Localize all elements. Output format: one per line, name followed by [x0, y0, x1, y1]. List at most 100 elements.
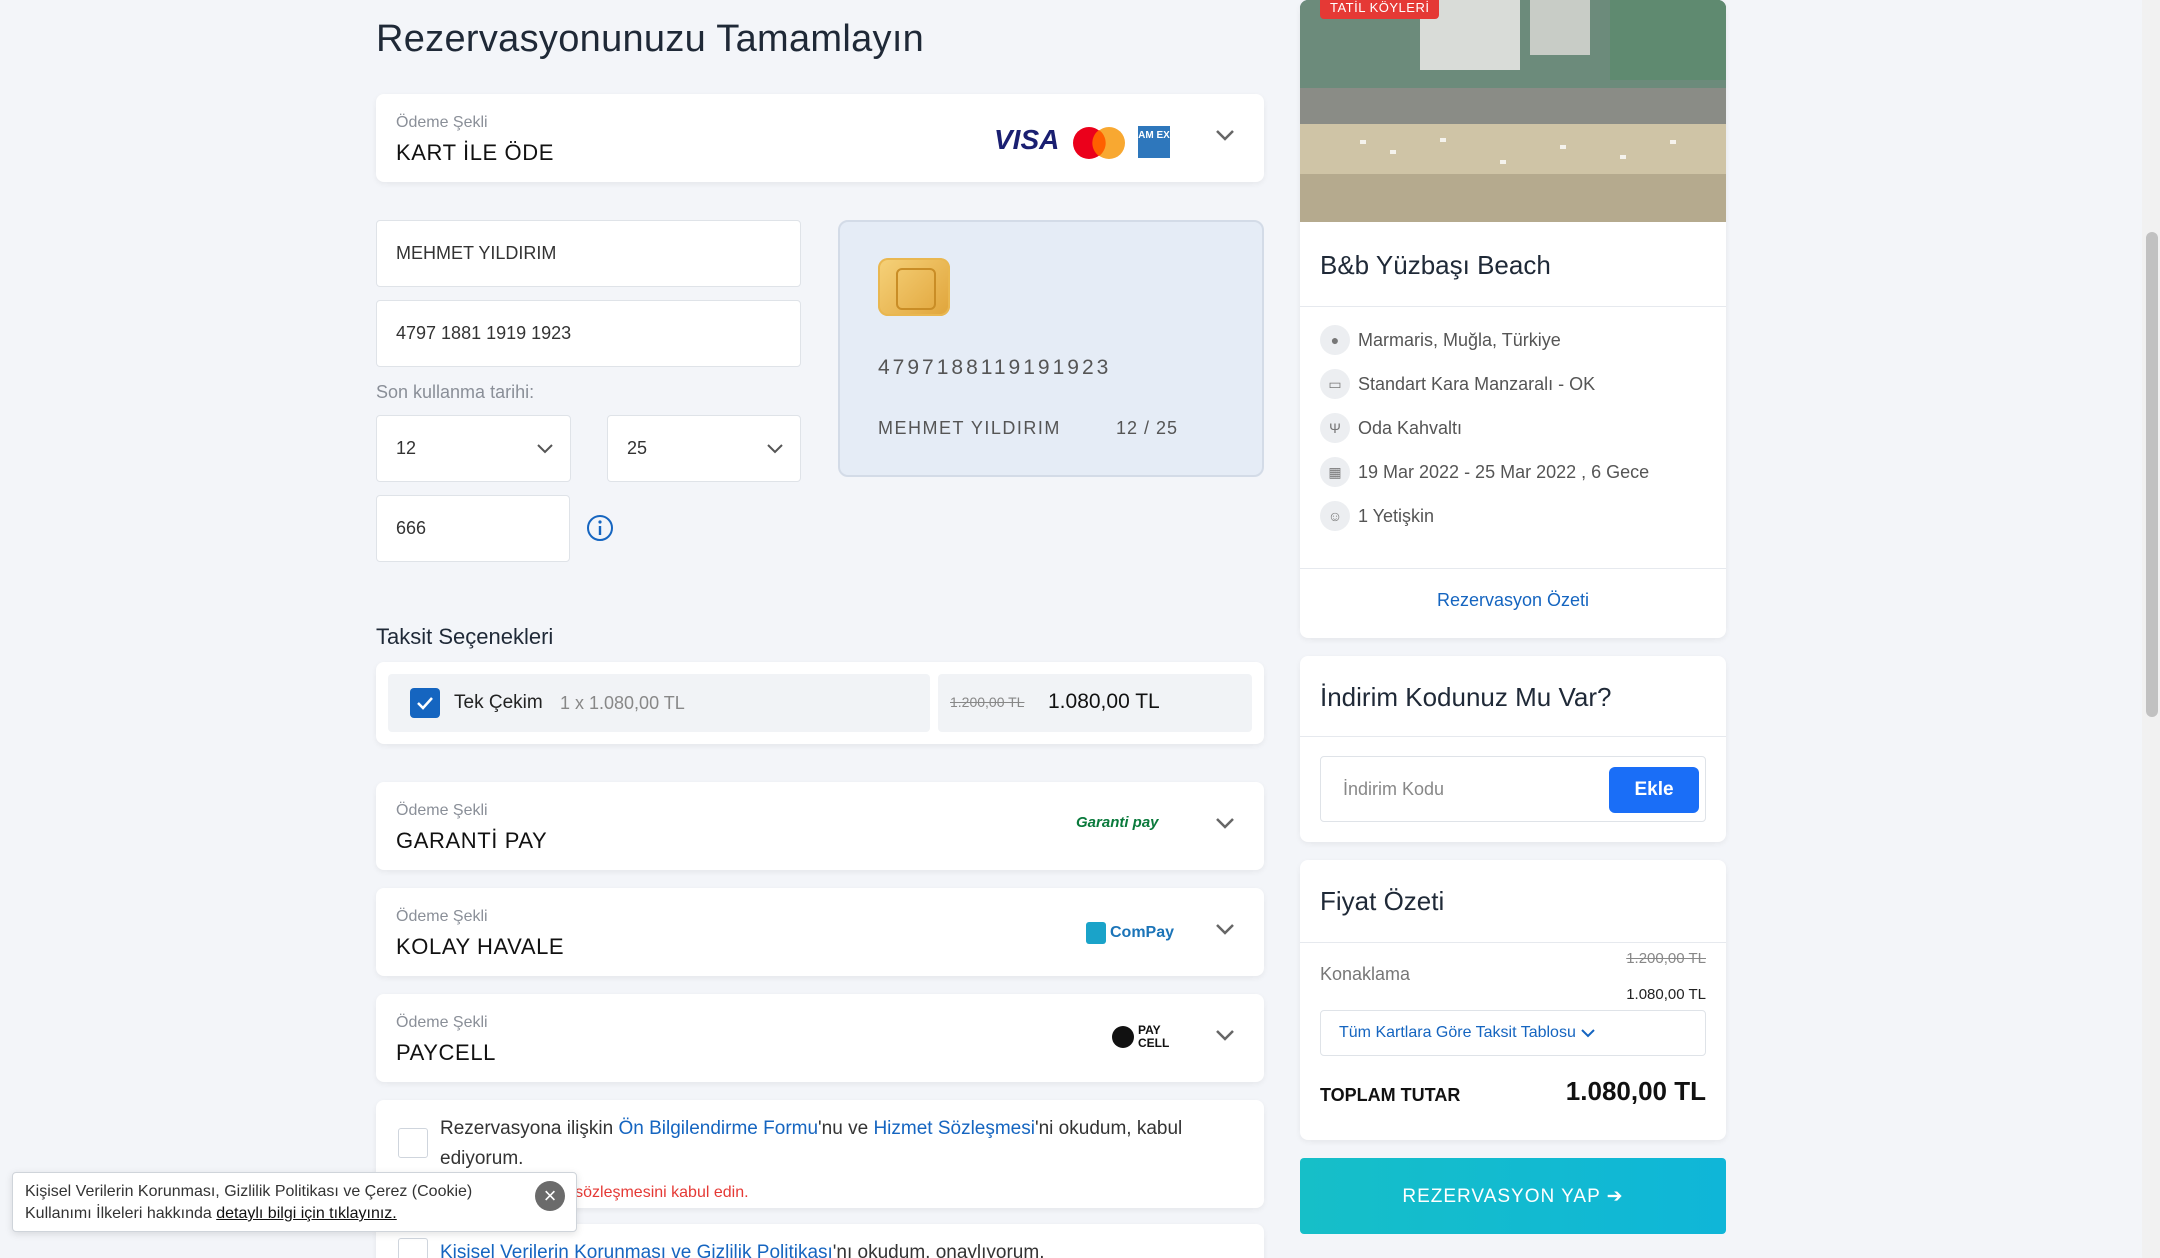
payment-method-label: Ödeme Şekli [396, 1014, 488, 1031]
payment-method-garanti-pay[interactable]: Ödeme Şekli GARANTİ PAY Garanti pay [376, 782, 1264, 870]
installment-table-label: Tüm Kartlara Göre Taksit Tablosu [1339, 1024, 1576, 1041]
installment-price: 1.080,00 TL [1048, 690, 1160, 713]
cookie-details-link[interactable]: detaylı bilgi için tıklayınız. [216, 1205, 397, 1222]
hotel-dates-row: ▦ 19 Mar 2022 - 25 Mar 2022 , 6 Gece [1320, 457, 1649, 487]
expiry-month-select[interactable]: 12 [376, 415, 571, 482]
price-summary-title: Fiyat Özeti [1320, 886, 1445, 916]
info-icon[interactable] [586, 514, 614, 542]
installment-options: Tek Çekim 1 x 1.080,00 TL 1.200,00 TL 1.… [376, 662, 1264, 744]
payment-method-value: KOLAY HAVALE [396, 934, 565, 959]
payment-method-paycell[interactable]: Ödeme Şekli PAYCELL PAY CELL [376, 994, 1264, 1082]
expiry-month-value: 12 [396, 438, 417, 458]
expiry-label: Son kullanma tarihi: [376, 382, 535, 402]
cookie-banner: Kişisel Verilerin Korunması, Gizlilik Po… [12, 1172, 577, 1232]
discount-card: İndirim Kodunuz Mu Var? İndirim Kodu Ekl… [1300, 656, 1726, 842]
location-pin-icon: ● [1320, 325, 1350, 355]
chevron-down-icon [767, 444, 783, 454]
add-discount-button[interactable]: Ekle [1609, 767, 1699, 813]
card-preview-name: MEHMET YILDIRIM [878, 418, 1061, 438]
card-preview: 4797188119191923 MEHMET YILDIRIM 12 / 25 [838, 220, 1264, 477]
card-preview-number: 4797188119191923 [878, 356, 1112, 379]
reservation-summary-link[interactable]: Rezervasyon Özeti [1300, 590, 1726, 611]
privacy-policy-link[interactable]: Kişisel Verilerin Korunması ve Gizlilik … [440, 1242, 833, 1258]
payment-method-kolay-havale[interactable]: Ödeme Şekli KOLAY HAVALE ComPay [376, 888, 1264, 976]
total-amount: 1.080,00 TL [1565, 1076, 1706, 1106]
cardholder-name-input[interactable]: MEHMET YILDIRIM [376, 220, 801, 287]
payment-method-label: Ödeme Şekli [396, 802, 488, 819]
installment-price-box: 1.200,00 TL 1.080,00 TL [938, 674, 1252, 732]
expiry-year-value: 25 [627, 438, 648, 458]
hotel-board-row: Ψ Oda Kahvaltı [1320, 413, 1462, 443]
garanti-pay-logo: Garanti pay [1076, 814, 1159, 831]
visa-logo: VISA [994, 124, 1060, 155]
accommodation-label: Konaklama [1320, 964, 1411, 984]
payment-method-value: GARANTİ PAY [396, 828, 548, 853]
discount-placeholder: İndirim Kodu [1343, 779, 1445, 799]
installment-old-price: 1.200,00 TL [950, 694, 1025, 710]
page-scrollbar[interactable] [2142, 0, 2160, 1258]
terms-text: Rezervasyona ilişkin Ön Bilgilendirme Fo… [440, 1114, 1240, 1174]
hotel-name: B&b Yüzbaşı Beach [1320, 250, 1551, 280]
hotel-dates: 19 Mar 2022 - 25 Mar 2022 , 6 Gece [1358, 461, 1650, 482]
accommodation-price: 1.080,00 TL [1626, 986, 1706, 1003]
price-summary-card: Fiyat Özeti Konaklama 1.200,00 TL 1.080,… [1300, 860, 1726, 1140]
terms-mid: 'nu ve [818, 1118, 874, 1139]
chevron-down-icon[interactable] [1214, 812, 1236, 834]
chevron-down-icon[interactable] [1214, 124, 1236, 146]
card-chip-icon [878, 258, 950, 316]
hotel-image: TATİL KÖYLERİ [1300, 0, 1726, 222]
amex-logo: AM EX [1138, 126, 1170, 158]
compay-logo: ComPay [1110, 924, 1175, 941]
hotel-aerial-photo [1300, 0, 1726, 222]
hotel-location: Marmaris, Muğla, Türkiye [1358, 329, 1561, 350]
hotel-location-row: ● Marmaris, Muğla, Türkiye [1320, 325, 1561, 355]
installment-option[interactable]: Tek Çekim 1 x 1.080,00 TL [388, 674, 930, 732]
payment-method-label: Ödeme Şekli [396, 114, 488, 131]
hotel-room: Standart Kara Manzaralı - OK [1358, 373, 1596, 394]
card-number-input[interactable]: 4797 1881 1919 1923 [376, 300, 801, 367]
hotel-card: TATİL KÖYLERİ B&b Yüzbaşı Beach ● Marmari… [1300, 0, 1726, 638]
scrollbar-thumb[interactable] [2146, 232, 2158, 717]
payment-method-label: Ödeme Şekli [396, 908, 488, 925]
terms-checkbox[interactable] [398, 1128, 428, 1158]
cvv-input[interactable]: 666 [376, 495, 570, 562]
privacy-suffix: 'nı okudum, onaylıyorum. [832, 1242, 1045, 1258]
total-label: TOPLAM TUTAR [1320, 1085, 1461, 1105]
page-title: Rezervasyonunuzu Tamamlayın [376, 18, 925, 60]
hotel-board: Oda Kahvaltı [1358, 417, 1463, 438]
payment-method-value: KART İLE ÖDE [396, 140, 554, 165]
bed-icon: ▭ [1320, 369, 1350, 399]
chevron-down-icon[interactable] [1214, 918, 1236, 940]
hotel-badge: TATİL KÖYLERİ [1320, 0, 1440, 19]
installment-detail: 1 x 1.080,00 TL [560, 693, 685, 713]
installments-title: Taksit Seçenekleri [376, 624, 554, 649]
chevron-down-icon [1581, 1029, 1595, 1038]
installment-name: Tek Çekim [454, 692, 543, 713]
payment-method-value: PAYCELL [396, 1040, 496, 1065]
paycell-icon [1112, 1026, 1134, 1048]
book-reservation-button[interactable]: REZERVASYON YAP ➔ [1300, 1158, 1726, 1234]
fork-knife-icon: Ψ [1320, 413, 1350, 443]
chevron-down-icon [537, 444, 553, 454]
privacy-checkbox[interactable] [398, 1238, 428, 1258]
close-icon[interactable]: × [535, 1181, 565, 1211]
service-agreement-link[interactable]: Hizmet Sözleşmesi [873, 1118, 1035, 1139]
payment-method-card[interactable]: Ödeme Şekli KART İLE ÖDE VISA AM EX [376, 94, 1264, 182]
card-preview-expiry: 12 / 25 [1116, 418, 1179, 438]
installment-checkbox[interactable] [410, 688, 440, 718]
hotel-guests-row: ☺ 1 Yetişkin [1320, 501, 1434, 531]
pre-info-form-link[interactable]: Ön Bilgilendirme Formu [618, 1118, 818, 1139]
accommodation-old-price: 1.200,00 TL [1626, 950, 1706, 967]
compay-icon [1086, 922, 1106, 944]
person-icon: ☺ [1320, 501, 1350, 531]
hotel-guests: 1 Yetişkin [1358, 505, 1435, 526]
calendar-icon: ▦ [1320, 457, 1350, 487]
expiry-year-select[interactable]: 25 [607, 415, 801, 482]
hotel-room-row: ▭ Standart Kara Manzaralı - OK [1320, 369, 1595, 399]
discount-title: İndirim Kodunuz Mu Var? [1320, 682, 1612, 712]
mastercard-logo [1072, 126, 1126, 160]
paycell-logo: PAY CELL [1138, 1023, 1170, 1050]
discount-code-input[interactable]: İndirim Kodu Ekle [1320, 756, 1706, 822]
installment-table-button[interactable]: Tüm Kartlara Göre Taksit Tablosu [1320, 1010, 1706, 1056]
chevron-down-icon[interactable] [1214, 1024, 1236, 1046]
